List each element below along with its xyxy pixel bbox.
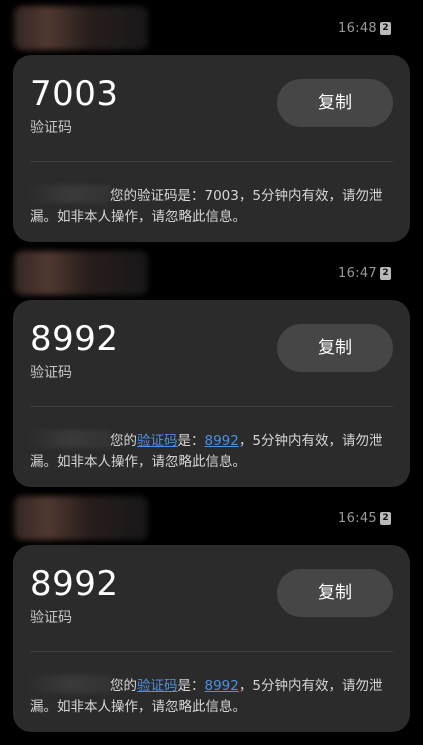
message-body: 您的验证码是：7003，5分钟内有效，请勿泄漏。如非本人操作，请忽略此信息。 [30,188,383,225]
verification-code: 8992 [30,564,119,604]
sim-card-icon: 2 [380,22,391,35]
sim-card-icon: 2 [380,512,391,525]
code-number-link[interactable]: 8992 [205,433,239,449]
verification-code-label: 验证码 [30,365,72,381]
verification-code: 8992 [30,319,119,359]
divider [30,406,393,407]
verification-code-card[interactable]: 7003 验证码 复制 您的验证码是：7003，5分钟内有效，请勿泄漏。如非本人… [13,55,410,242]
message-list: 16:48 2 7003 验证码 复制 您的验证码是：7003，5分钟内有效，请… [0,0,423,745]
message-group: 16:47 2 8992 验证码 复制 您的验证码是：8992，5分钟内有效，请… [0,245,423,490]
code-number-link[interactable]: 8992 [205,678,239,694]
sender-avatar-blurred[interactable] [14,251,148,295]
divider [30,161,393,162]
verification-code-card[interactable]: 8992 验证码 复制 您的验证码是：8992，5分钟内有效，请勿泄漏。如非本人… [13,300,410,487]
message-time: 16:48 [338,21,377,36]
sender-avatar-blurred[interactable] [14,496,148,540]
message-time: 16:45 [338,511,377,526]
message-body: 您的验证码是：8992，5分钟内有效，请勿泄漏。如非本人操作，请忽略此信息。 [30,431,393,473]
body-text-prefix: 您的 [110,433,137,449]
message-time: 16:47 [338,266,377,281]
body-text-middle: 是： [177,678,205,694]
sim-card-icon: 2 [380,267,391,280]
copy-button[interactable]: 复制 [277,569,393,617]
message-group: 16:45 2 8992 验证码 复制 您的验证码是：8992，5分钟内有效，请… [0,490,423,735]
verification-code-link[interactable]: 验证码 [137,433,178,449]
verification-code-link[interactable]: 验证码 [137,678,178,694]
verification-code-label: 验证码 [30,120,72,136]
verification-code: 7003 [30,74,119,114]
copy-button[interactable]: 复制 [277,324,393,372]
divider [30,651,393,652]
verification-code-label: 验证码 [30,610,72,626]
verification-code-card[interactable]: 8992 验证码 复制 您的验证码是：8992，5分钟内有效，请勿泄漏。如非本人… [13,545,410,732]
body-text-prefix: 您的 [110,678,137,694]
body-text-middle: 是： [177,433,205,449]
sender-avatar-blurred[interactable] [14,6,148,50]
message-group: 16:48 2 7003 验证码 复制 您的验证码是：7003，5分钟内有效，请… [0,0,423,245]
copy-button[interactable]: 复制 [277,79,393,127]
message-body: 您的验证码是：8992，5分钟内有效，请勿泄漏。如非本人操作，请忽略此信息。 [30,676,393,718]
